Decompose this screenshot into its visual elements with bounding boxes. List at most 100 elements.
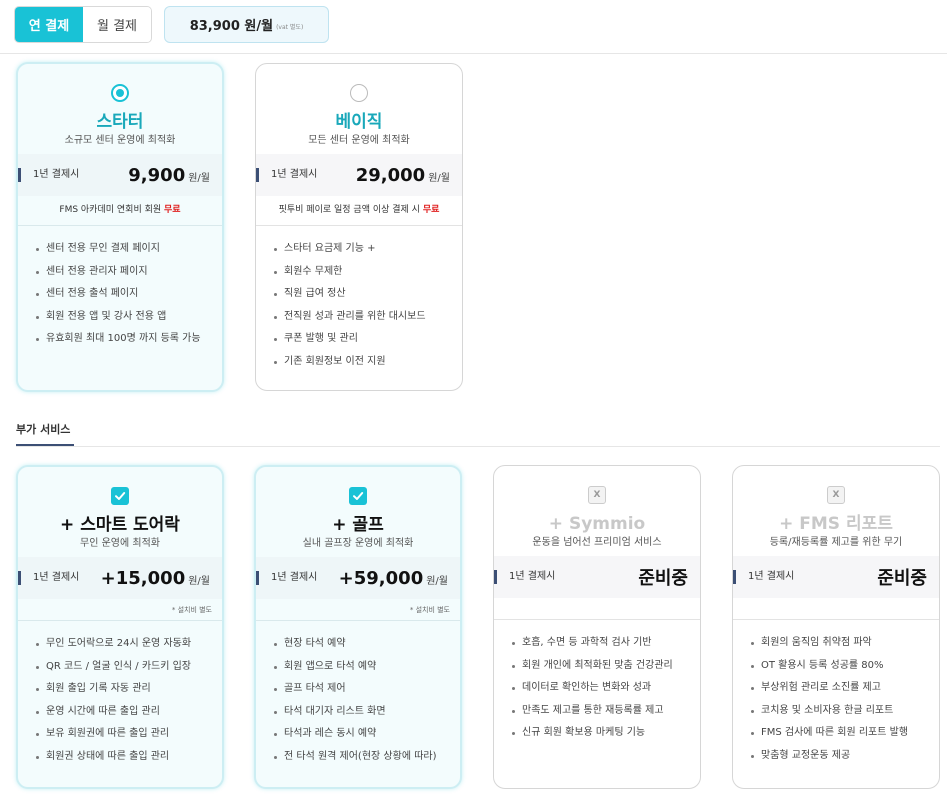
feature-item: 맞춤형 교정운동 제공 bbox=[751, 745, 939, 768]
price-value: 29,000 bbox=[355, 164, 426, 186]
plan-note: 핏투비 페이로 일정 금액 이상 결제 시 무료 bbox=[256, 196, 462, 226]
price-label: 1년 결제시 bbox=[18, 168, 79, 182]
feature-list: 회원의 움직임 취약점 파악 OT 활용시 등록 성공률 80% 부상위험 관리… bbox=[733, 620, 939, 767]
plan-radio-selected[interactable] bbox=[111, 84, 129, 102]
install-fee-note: * 설치비 별도 bbox=[18, 599, 222, 621]
feature-item: QR 코드 / 얼굴 인식 / 카드키 입장 bbox=[36, 656, 222, 679]
total-price-box: 83,900 원/월 (vat 별도) bbox=[164, 6, 329, 43]
annual-billing-tab[interactable]: 연 결제 bbox=[15, 7, 83, 42]
addon-card-smart-doorlock[interactable]: + 스마트 도어락 무인 운영에 최적화 1년 결제시 +15,000 원/월 *… bbox=[16, 465, 224, 789]
feature-item: 기존 회원정보 이전 지원 bbox=[274, 351, 462, 374]
checkmark-icon bbox=[115, 492, 126, 500]
feature-item: 유효회원 최대 100명 까지 등록 가능 bbox=[36, 328, 222, 351]
free-badge: 무료 bbox=[422, 205, 440, 215]
plan-card-basic[interactable]: 베이직 모든 센터 운영에 최적화 1년 결제시 29,000 원/월 핏투비 페… bbox=[255, 63, 463, 391]
plan-note: FMS 아카데미 연회비 회원 무료 bbox=[18, 196, 222, 226]
plan-name: 스타터 bbox=[96, 112, 144, 132]
addon-description: 무인 운영에 최적화 bbox=[80, 538, 160, 549]
feature-item: 부상위험 관리로 소진률 제고 bbox=[751, 677, 939, 700]
price-label: 1년 결제시 bbox=[256, 571, 317, 585]
plan-description: 소규모 센터 운영에 최적화 bbox=[64, 135, 176, 146]
divider bbox=[733, 598, 939, 620]
feature-item: 센터 전용 출석 페이지 bbox=[36, 283, 222, 306]
monthly-billing-tab[interactable]: 월 결제 bbox=[83, 7, 151, 42]
price-bar: 1년 결제시 준비중 bbox=[733, 556, 939, 598]
price-unit: 원/월 bbox=[426, 575, 448, 587]
disabled-x-icon: X bbox=[827, 486, 845, 504]
addon-description: 등록/재등록률 제고를 위한 무기 bbox=[769, 537, 903, 548]
addon-card-symmio: X + Symmio 운동을 넘어선 프리미엄 서비스 1년 결제시 준비중 호… bbox=[493, 465, 701, 789]
feature-list: 현장 타석 예약 회원 앱으로 타석 예약 골프 타석 제어 타석 대기자 리스… bbox=[256, 621, 460, 768]
price-label: 1년 결제시 bbox=[494, 570, 555, 584]
price-unit: 원/월 bbox=[188, 575, 210, 587]
addon-checkbox-checked[interactable] bbox=[349, 487, 367, 505]
feature-list: 호흡, 수면 등 과학적 검사 기반 회원 개인에 최적화된 맞춤 건강관리 데… bbox=[494, 620, 700, 745]
addon-name: + 골프 bbox=[332, 515, 384, 535]
plan-description: 모든 센터 운영에 최적화 bbox=[308, 135, 410, 146]
plan-note-text: FMS 아카데미 연회비 회원 bbox=[59, 205, 162, 215]
feature-item: 데이터로 확인하는 변화와 성과 bbox=[512, 677, 700, 700]
addon-card-fms-report: X + FMS 리포트 등록/재등록률 제고를 위한 무기 1년 결제시 준비중… bbox=[732, 465, 940, 789]
feature-item: 센터 전용 관리자 페이지 bbox=[36, 261, 222, 284]
feature-item: 현장 타석 예약 bbox=[274, 633, 460, 656]
feature-item: 타석 대기자 리스트 화면 bbox=[274, 701, 460, 724]
billing-period-toggle: 연 결제 월 결제 bbox=[14, 6, 152, 43]
feature-item: 직원 급여 정산 bbox=[274, 283, 462, 306]
feature-item: FMS 검사에 따른 회원 리포트 발행 bbox=[751, 722, 939, 745]
addon-name: + FMS 리포트 bbox=[779, 514, 893, 534]
feature-item: 만족도 제고를 통한 재등록률 제고 bbox=[512, 700, 700, 723]
feature-list: 센터 전용 무인 결제 페이지 센터 전용 관리자 페이지 센터 전용 출석 페… bbox=[18, 226, 222, 351]
price-bar: 1년 결제시 9,900 원/월 bbox=[18, 154, 222, 196]
divider bbox=[494, 598, 700, 620]
feature-item: 신규 회원 확보용 마케팅 기능 bbox=[512, 722, 700, 745]
total-price: 83,900 원/월 bbox=[189, 19, 274, 34]
price-bar: 1년 결제시 29,000 원/월 bbox=[256, 154, 462, 196]
disabled-x-icon: X bbox=[588, 486, 606, 504]
feature-item: 회원권 상태에 따른 출입 관리 bbox=[36, 746, 222, 769]
price-bar: 1년 결제시 준비중 bbox=[494, 556, 700, 598]
addon-card-golf[interactable]: + 골프 실내 골프장 운영에 최적화 1년 결제시 +59,000 원/월 * … bbox=[254, 465, 462, 789]
install-fee-note: * 설치비 별도 bbox=[256, 599, 460, 621]
feature-item: 코치용 및 소비자용 한글 리포트 bbox=[751, 700, 939, 723]
addon-description: 실내 골프장 운영에 최적화 bbox=[302, 538, 414, 549]
feature-item: 타석과 레슨 동시 예약 bbox=[274, 723, 460, 746]
feature-item: 운영 시간에 따른 출입 관리 bbox=[36, 701, 222, 724]
feature-list: 스타터 요금제 기능 + 회원수 무제한 직원 급여 정산 전직원 성과 관리를… bbox=[256, 226, 462, 373]
section-divider bbox=[16, 446, 940, 447]
feature-item: 전 타석 원격 제어(현장 상황에 따라) bbox=[274, 746, 460, 769]
price-label: 1년 결제시 bbox=[256, 168, 317, 182]
feature-item: 센터 전용 무인 결제 페이지 bbox=[36, 238, 222, 261]
feature-item: 회원의 움직임 취약점 파악 bbox=[751, 632, 939, 655]
addon-description: 운동을 넘어선 프리미엄 서비스 bbox=[532, 537, 662, 548]
plan-name: 베이직 bbox=[335, 112, 383, 132]
price-unit: 원/월 bbox=[428, 172, 450, 184]
plan-radio-unselected[interactable] bbox=[350, 84, 368, 102]
addon-checkbox-checked[interactable] bbox=[111, 487, 129, 505]
billing-bar: 연 결제 월 결제 83,900 원/월 (vat 별도) bbox=[0, 0, 947, 54]
coming-soon-status: 준비중 bbox=[877, 568, 927, 589]
plan-card-starter[interactable]: 스타터 소규모 센터 운영에 최적화 1년 결제시 9,900 원/월 FMS 아… bbox=[16, 62, 224, 392]
feature-item: OT 활용시 등록 성공률 80% bbox=[751, 655, 939, 678]
price-unit: 원/월 bbox=[188, 172, 210, 184]
price-bar: 1년 결제시 +59,000 원/월 bbox=[256, 557, 460, 599]
feature-item: 스타터 요금제 기능 + bbox=[274, 238, 462, 261]
price-label: 1년 결제시 bbox=[733, 570, 794, 584]
feature-item: 골프 타석 제어 bbox=[274, 678, 460, 701]
plan-note-text: 핏투비 페이로 일정 금액 이상 결제 시 bbox=[278, 205, 420, 215]
feature-item: 무인 도어락으로 24시 운영 자동화 bbox=[36, 633, 222, 656]
feature-item: 회원 개인에 최적화된 맞춤 건강관리 bbox=[512, 655, 700, 678]
free-badge: 무료 bbox=[164, 205, 181, 215]
feature-item: 호흡, 수면 등 과학적 검사 기반 bbox=[512, 632, 700, 655]
feature-item: 보유 회원권에 따른 출입 관리 bbox=[36, 723, 222, 746]
addon-name: + 스마트 도어락 bbox=[60, 515, 180, 535]
feature-item: 쿠폰 발행 및 관리 bbox=[274, 328, 462, 351]
addons-section-title: 부가 서비스 bbox=[16, 421, 74, 447]
price-label: 1년 결제시 bbox=[18, 571, 79, 585]
feature-item: 회원 앱으로 타석 예약 bbox=[274, 656, 460, 679]
addon-name: + Symmio bbox=[548, 514, 646, 534]
feature-item: 회원 출입 기록 자동 관리 bbox=[36, 678, 222, 701]
feature-item: 회원 전용 앱 및 강사 전용 앱 bbox=[36, 306, 222, 329]
price-value: 9,900 bbox=[128, 164, 186, 186]
checkmark-icon bbox=[353, 492, 364, 500]
price-value: +15,000 bbox=[100, 567, 186, 589]
